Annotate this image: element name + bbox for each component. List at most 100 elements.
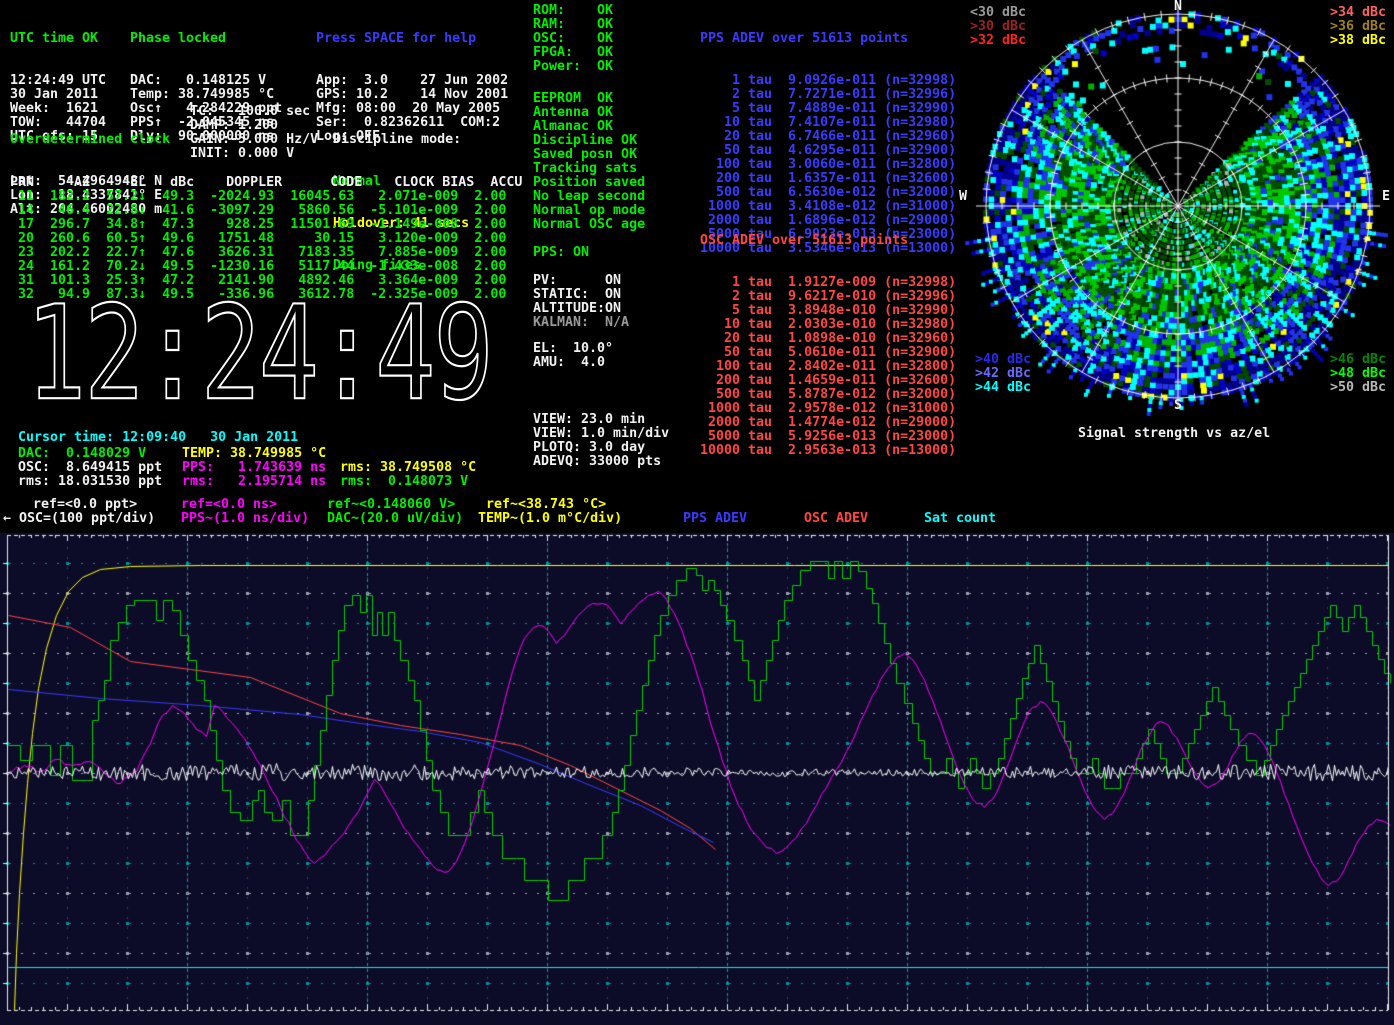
dbc-legend-item: >48 dBc [1330, 367, 1386, 381]
utc-line: 12:24:49 UTC [10, 74, 106, 88]
compass-e: E [1382, 190, 1390, 204]
pps-adev-row: 5 tau 7.4889e-011 (n=32990) [700, 102, 956, 116]
cursor-temp: TEMP: 38.749985 °C [182, 447, 326, 461]
dbc-legend-item: <30 dBc [970, 6, 1026, 20]
osc-adev-title: OSC ADEV over 51613 points [700, 234, 956, 248]
pps-adev-row: 2 tau 7.7271e-011 (n=32996) [700, 88, 956, 102]
version-line: App: 3.0 27 Jun 2002 [316, 74, 508, 88]
cursor-osc: OSC: 8.649415 ppt [18, 461, 162, 475]
view-panel: VIEW: 23.0 minVIEW: 1.0 min/divPLOTQ: 3.… [533, 413, 669, 469]
health-line: Discipline OK [533, 134, 645, 148]
osc-adev-row: 50 tau 5.0610e-011 (n=32900) [700, 346, 956, 360]
selftest-line: ROM: OK [533, 4, 613, 18]
cursor-time: Cursor time: 12:09:40 30 Jan 2011 [18, 431, 298, 445]
phase-status: Phase locked [130, 32, 282, 46]
osc-ref: ref=<0.0 ppt> [33, 498, 137, 512]
pps-adev-row: 1 tau 9.0926e-011 (n=32998) [700, 74, 956, 88]
pps-adev-rows: 1 tau 9.0926e-011 (n=32998) 2 tau 7.7271… [700, 74, 956, 88]
health-line: Normal op mode [533, 204, 645, 218]
osc-adev-row: 100 tau 2.8402e-011 (n=32800) [700, 360, 956, 374]
osc-adev-row: 5000 tau 5.9256e-013 (n=23000) [700, 430, 956, 444]
dbc-legend-item: >38 dBc [1330, 34, 1386, 48]
dbc-legend-low: <30 dBc>30 dBc>32 dBc [970, 6, 1026, 48]
osc-adev-row: 2000 tau 1.4774e-012 (n=29000) [700, 416, 956, 430]
compass-n: N [1174, 0, 1182, 14]
osc-adev-row: 5 tau 3.8948e-010 (n=32990) [700, 304, 956, 318]
health-panel: EEPROM OKAntenna OKAlmanac OKDiscipline … [533, 92, 645, 232]
sat-row: 23 202.2 22.7↑ 47.6 3626.31 7183.35 7.88… [10, 246, 506, 260]
utc-lines: 12:24:49 UTC30 Jan 2011Week: 1621TOW: 44… [10, 74, 106, 88]
fix-mode-line: STATIC: ON [533, 288, 621, 302]
utc-time-panel: UTC time OK 12:24:49 UTC30 Jan 2011Week:… [10, 4, 106, 102]
kalman-state: KALMAN: N/A [533, 316, 629, 330]
help-panel: Press SPACE for help App: 3.0 27 Jun 200… [316, 4, 508, 102]
digital-clock: 12:24:49 [26, 289, 492, 419]
health-line: Tracking sats [533, 162, 645, 176]
sat-table-header: PRN °AZ °EL dBc DOPPLER CODE CLOCK BIAS … [10, 176, 522, 190]
dbc-legend-top: >46 dBc>48 dBc>50 dBc [1330, 353, 1386, 395]
pps-ref: ref=<0.0 ns> [181, 498, 277, 512]
compass-w: W [959, 190, 967, 204]
sat-row: 11 182.2 57.2↓ 49.3 -2024.93 16045.63 2.… [10, 190, 506, 204]
version-lines: App: 3.0 27 Jun 2002GPS: 10.2 14 Nov 200… [316, 74, 508, 88]
loop-line: DAMP: 1.200 [190, 119, 318, 133]
cursor-dac: DAC: 0.148029 V [18, 447, 146, 461]
receiver-mode: Overdetermined clock [10, 133, 170, 147]
health-line: Normal OSC age [533, 218, 645, 232]
rms-dac: rms: 0.148073 V [340, 475, 468, 489]
phase-lines: DAC: 0.148125 VTemp: 38.749985 °COsc↑ 4.… [130, 74, 282, 88]
pps-adev-row: 100 tau 3.0060e-011 (n=32800) [700, 158, 956, 172]
dbc-legend-item: >50 dBc [1330, 381, 1386, 395]
dbc-legend-item: >36 dBc [1330, 20, 1386, 34]
sat-row: 24 161.2 70.2↓ 49.5 -1230.16 5117.44 -1.… [10, 260, 506, 274]
health-line: No leap second [533, 190, 645, 204]
selftest-line: FPGA: OK [533, 46, 613, 60]
osc-adev-row: 2 tau 9.6217e-010 (n=32996) [700, 290, 956, 304]
osc-adev-row: 1000 tau 2.9578e-012 (n=31000) [700, 402, 956, 416]
discipline-title: Discipline mode: [333, 133, 469, 147]
health-line: Antenna OK [533, 106, 645, 120]
selftest-line: OSC: OK [533, 32, 613, 46]
sat-count-legend: Sat count [924, 512, 996, 526]
phase-line: DAC: 0.148125 V [130, 74, 282, 88]
mask-panel: EL: 10.0°AMU: 4.0 [533, 342, 613, 370]
osc-adev-row: 500 tau 5.8787e-012 (n=32000) [700, 388, 956, 402]
osc-adev-row: 200 tau 1.4659e-011 (n=32600) [700, 374, 956, 388]
loop-params: TC: 100.0 secDAMP: 1.200GAIN:-5.000 Hz/V… [190, 105, 318, 161]
temp-ref: ref~<38.743 °C> [486, 498, 606, 512]
osc-adev-table: OSC ADEV over 51613 points 1 tau 1.9127e… [700, 206, 956, 304]
rms-osc: rms: 18.031530 ppt [18, 475, 162, 489]
mask-line: EL: 10.0° [533, 342, 613, 356]
health-line: EEPROM OK [533, 92, 645, 106]
dbc-legend-mid: >34 dBc>36 dBc>38 dBc [1330, 6, 1386, 48]
phase-line: Temp: 38.749985 °C [130, 88, 282, 102]
osc-adev-rows: 1 tau 1.9127e-009 (n=32998) 2 tau 9.6217… [700, 276, 956, 290]
rms-pps: rms: 2.195714 ns [182, 475, 326, 489]
fix-mode-line: ALTITUDE:ON [533, 302, 621, 316]
help-hint: Press SPACE for help [316, 32, 508, 46]
pps-adev-row: 200 tau 1.6357e-011 (n=32600) [700, 172, 956, 186]
sat-row: 20 260.6 60.5↑ 49.6 1751.48 30.15 3.120e… [10, 232, 506, 246]
utc-status: UTC time OK [10, 32, 106, 46]
selftest-panel: ROM: OKRAM: OKOSC: OKFPGA: OKPower: OK [533, 4, 613, 74]
pps-adev-title: PPS ADEV over 51613 points [700, 32, 956, 46]
rms-temp: rms: 38.749508 °C [340, 461, 476, 475]
view-line: ADEVQ: 33000 pts [533, 455, 669, 469]
compass-s: S [1174, 399, 1182, 413]
cursor-pps: PPS: 1.743639 ns [182, 461, 326, 475]
pps-adev-table: PPS ADEV over 51613 points 1 tau 9.0926e… [700, 4, 956, 102]
pps-adev-row: 10 tau 7.4107e-011 (n=32980) [700, 116, 956, 130]
pps-scale: PPS~(1.0 ns/div) [181, 512, 309, 526]
health-line: Almanac OK [533, 120, 645, 134]
sat-row: 14 46.4 22.8↓ 41.6 -3097.29 5860.56 -5.1… [10, 204, 506, 218]
view-line: VIEW: 23.0 min [533, 413, 669, 427]
view-line: PLOTQ: 3.0 day [533, 441, 669, 455]
dbc-legend-item: >42 dBc [975, 367, 1031, 381]
sat-row: 17 296.7 34.8↑ 47.3 928.25 11501.69 -1.1… [10, 218, 506, 232]
osc-adev-row: 1 tau 1.9127e-009 (n=32998) [700, 276, 956, 290]
pps-adev-row: 500 tau 6.5630e-012 (n=32000) [700, 186, 956, 200]
dbc-legend-item: >32 dBc [970, 34, 1026, 48]
fix-modes: PV: ONSTATIC: ONALTITUDE:ON [533, 274, 621, 316]
temp-scale: TEMP~(1.0 m°C/div) [478, 512, 622, 526]
phase-panel: Phase locked DAC: 0.148125 VTemp: 38.749… [130, 4, 282, 102]
